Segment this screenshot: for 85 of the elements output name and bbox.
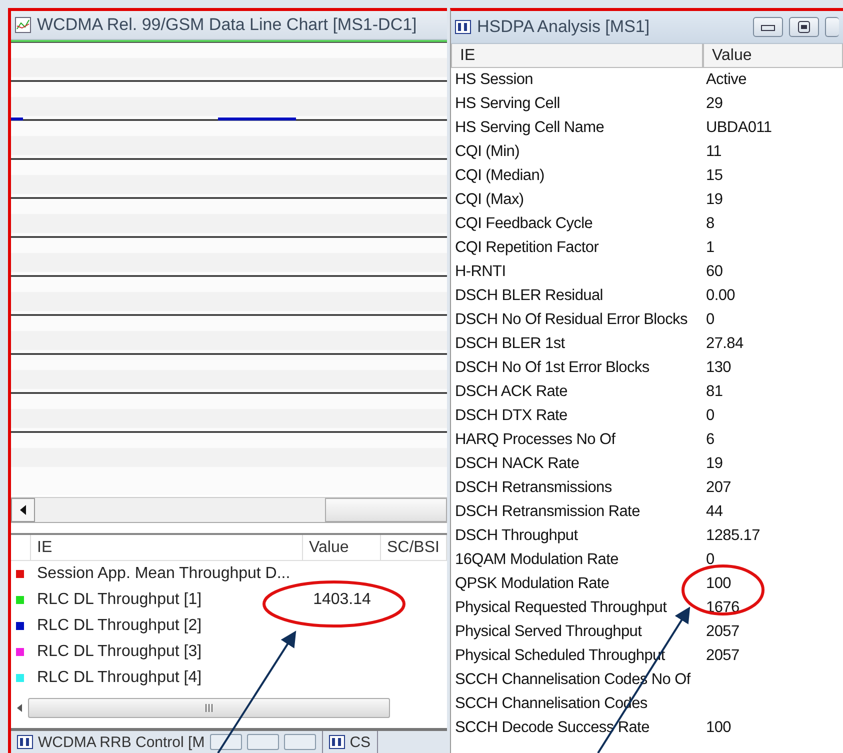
table-cell-text: HARQ Processes No Of — [454, 430, 617, 450]
table-cell-text: 207 — [705, 478, 732, 498]
table-cell-text: UBDA011 — [705, 118, 773, 138]
table-icon — [17, 734, 33, 750]
table-cell-text: DSCH BLER 1st — [454, 334, 566, 354]
left-arrow-icon — [17, 704, 22, 712]
close-button[interactable] — [825, 17, 839, 37]
table-cell-text: DSCH NACK Rate — [454, 454, 580, 474]
table-cell-text: Physical Requested Throughput — [454, 598, 668, 618]
maximize-icon — [798, 21, 810, 33]
minimize-button[interactable] — [210, 734, 242, 750]
column-header[interactable]: IE — [31, 535, 303, 561]
line-chart-icon — [15, 17, 31, 33]
table-cell-text: 130 — [705, 358, 732, 378]
table-cell-text: HS Serving Cell — [454, 94, 561, 114]
window-tab[interactable]: WCDMA RRB Control [M — [11, 731, 323, 753]
table-cell-text: DSCH No Of 1st Error Blocks — [454, 358, 650, 378]
table-cell-text: DSCH Retransmissions — [454, 478, 613, 498]
header-spacer — [11, 535, 31, 561]
table-cell-text: RLC DL Throughput [4] — [36, 669, 203, 687]
table-cell-text: QPSK Modulation Rate — [454, 574, 610, 594]
column-header[interactable]: SC/BSI — [381, 535, 447, 561]
table-cell-text: HS Serving Cell Name — [454, 118, 606, 138]
table-cell-text: 0 — [705, 406, 716, 426]
table-cell-text: H-RNTI — [454, 262, 507, 282]
close-button[interactable] — [284, 734, 316, 750]
table-cell-text: CQI (Min) — [454, 142, 520, 162]
table-cell-text: 81 — [705, 382, 724, 402]
table-cell-text: CQI (Max) — [454, 190, 525, 210]
window-tab[interactable]: CS — [322, 731, 378, 753]
table-cell-text: 0 — [705, 310, 716, 330]
maximize-button[interactable] — [789, 17, 819, 37]
table-cell-text: 1 — [705, 238, 716, 258]
table-cell-text: Physical Served Throughput — [454, 622, 643, 642]
table-cell-text: CQI Feedback Cycle — [454, 214, 594, 234]
table-cell-text: 11 — [705, 142, 722, 162]
grip-icon — [205, 704, 213, 712]
table-cell-text: DSCH No Of Residual Error Blocks — [454, 310, 688, 330]
table-cell-text: 1676 — [705, 598, 740, 618]
table-cell-text: 0.00 — [705, 286, 736, 306]
table-icon — [455, 19, 471, 35]
table-cell-text: DSCH BLER Residual — [454, 286, 604, 306]
table-cell-text: 19 — [705, 454, 724, 474]
table-cell-text: 1285.17 — [705, 526, 761, 546]
data-line — [11, 118, 23, 120]
table-cell-text: 2057 — [705, 622, 740, 642]
column-header[interactable]: Value — [703, 44, 843, 68]
table-cell-text: DSCH Retransmission Rate — [454, 502, 641, 522]
table-cell-text: SCCH Decode Success Rate — [454, 718, 650, 738]
table-cell-text: DSCH Throughput — [454, 526, 579, 546]
table-cell-text: 16QAM Modulation Rate — [454, 550, 620, 570]
table-cell-text: 44 — [705, 502, 724, 522]
table-cell-text: 1403.14 — [312, 591, 372, 609]
table-cell-text: CQI (Median) — [454, 166, 546, 186]
table-cell-text: 60 — [705, 262, 724, 282]
column-header[interactable]: Value — [303, 535, 381, 561]
table-cell-text: 100 — [705, 718, 732, 738]
table-cell-text: DSCH ACK Rate — [454, 382, 568, 402]
table-cell-text: 2057 — [705, 646, 740, 666]
table-cell-text: Active — [705, 70, 748, 90]
table-cell-text: 29 — [705, 94, 724, 114]
table-cell-text: 6 — [705, 430, 716, 450]
left-arrow-icon — [20, 505, 26, 515]
table-cell-text: 15 — [705, 166, 724, 186]
column-header[interactable]: IE — [451, 44, 703, 68]
scroll-left-button[interactable] — [11, 498, 35, 522]
window-title: HSDPA Analysis [MS1] — [477, 17, 650, 37]
table-cell-text: 8 — [705, 214, 716, 234]
table-cell-text: DSCH DTX Rate — [454, 406, 568, 426]
table-cell-text: HS Session — [454, 70, 534, 90]
table-cell-text: 0 — [705, 550, 716, 570]
table-cell-text: 19 — [705, 190, 724, 210]
scrollbar-thumb[interactable] — [28, 698, 390, 718]
table-cell-text: Session App. Mean Throughput D... — [36, 565, 292, 583]
window-title: WCDMA Rel. 99/GSM Data Line Chart [MS1-DC1] — [37, 15, 417, 35]
table-cell-text: 100 — [705, 574, 732, 594]
table-cell-text: RLC DL Throughput [3] — [36, 643, 203, 661]
scrollbar-thumb[interactable] — [325, 498, 447, 522]
table-icon — [328, 734, 345, 750]
minimize-button[interactable] — [753, 17, 783, 37]
table-cell-text: RLC DL Throughput [1] — [36, 591, 203, 609]
table-cell-text: RLC DL Throughput [2] — [36, 617, 203, 635]
table-cell-text: CQI Repetition Factor — [454, 238, 600, 258]
minimize-icon — [761, 23, 775, 31]
table-cell-text: 27.84 — [705, 334, 744, 354]
